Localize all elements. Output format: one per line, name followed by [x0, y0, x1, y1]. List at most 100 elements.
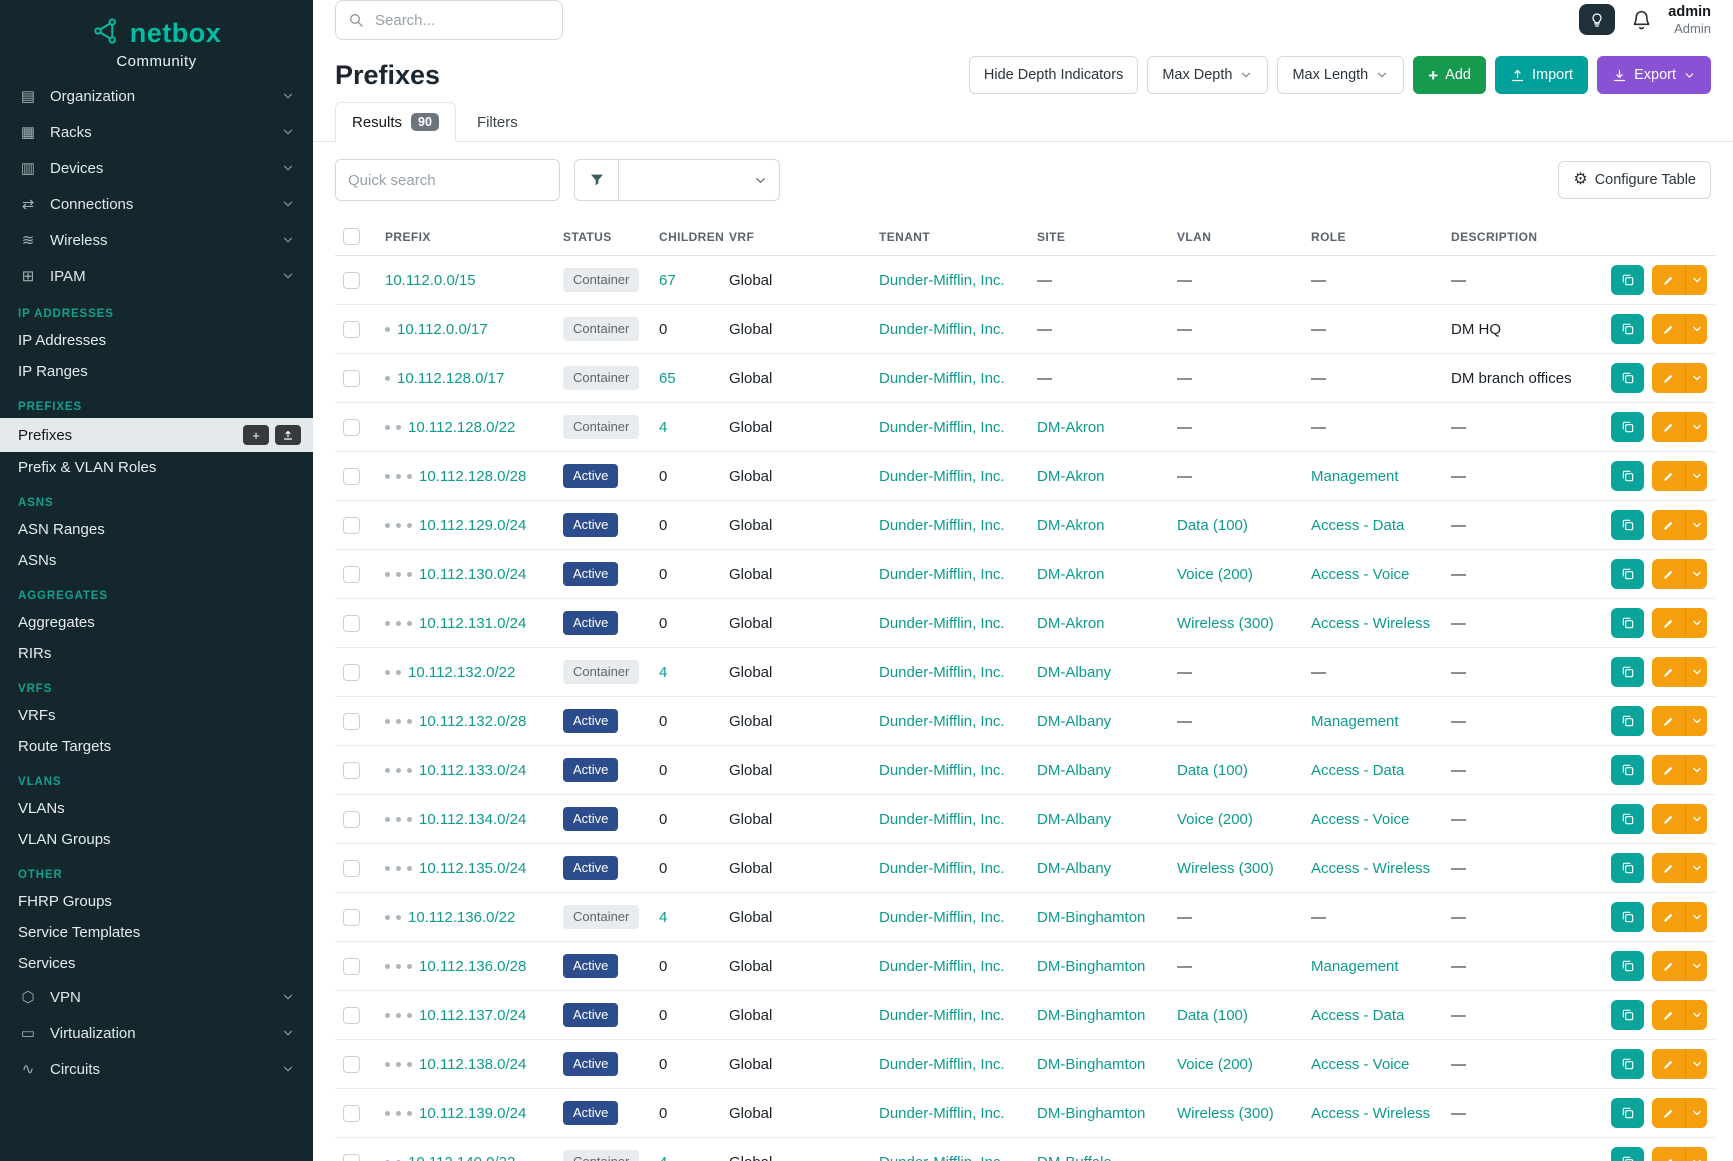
site-link[interactable]: DM-Buffalo	[1037, 1154, 1112, 1161]
row-checkbox[interactable]	[343, 1154, 360, 1161]
tab-results[interactable]: Results 90	[335, 102, 456, 142]
theme-toggle-button[interactable]	[1579, 4, 1615, 35]
tenant-link[interactable]: Dunder-Mifflin, Inc.	[879, 664, 1005, 681]
site-link[interactable]: DM-Binghamton	[1037, 1007, 1145, 1024]
edit-dropdown-caret[interactable]	[1685, 951, 1707, 981]
prefix-link[interactable]: 10.112.136.0/22	[408, 909, 515, 926]
edit-dropdown-caret[interactable]	[1685, 1098, 1707, 1128]
copy-button[interactable]	[1611, 1098, 1644, 1128]
edit-button[interactable]	[1652, 1000, 1685, 1030]
edit-dropdown-caret[interactable]	[1685, 657, 1707, 687]
tenant-link[interactable]: Dunder-Mifflin, Inc.	[879, 1056, 1005, 1073]
tenant-link[interactable]: Dunder-Mifflin, Inc.	[879, 517, 1005, 534]
copy-button[interactable]	[1611, 853, 1644, 883]
edit-dropdown-caret[interactable]	[1685, 755, 1707, 785]
site-link[interactable]: DM-Albany	[1037, 811, 1111, 828]
global-search[interactable]	[335, 0, 563, 40]
max-depth-dropdown[interactable]: Max Depth	[1147, 56, 1268, 94]
edit-dropdown-caret[interactable]	[1685, 853, 1707, 883]
column-header-vlan[interactable]: VLAN	[1169, 218, 1303, 256]
site-link[interactable]: DM-Binghamton	[1037, 1105, 1145, 1122]
edit-dropdown-caret[interactable]	[1685, 510, 1707, 540]
column-header-role[interactable]: ROLE	[1303, 218, 1443, 256]
prefix-link[interactable]: 10.112.135.0/24	[419, 860, 526, 877]
tenant-link[interactable]: Dunder-Mifflin, Inc.	[879, 909, 1005, 926]
brand[interactable]: netbox Community	[0, 0, 313, 78]
edit-button[interactable]	[1652, 853, 1685, 883]
vlan-link[interactable]: Wireless (300)	[1177, 615, 1274, 632]
prefix-link[interactable]: 10.112.132.0/22	[408, 664, 515, 681]
copy-button[interactable]	[1611, 559, 1644, 589]
vlan-link[interactable]: Voice (200)	[1177, 811, 1253, 828]
copy-button[interactable]	[1611, 608, 1644, 638]
copy-button[interactable]	[1611, 657, 1644, 687]
site-link[interactable]: DM-Albany	[1037, 762, 1111, 779]
site-link[interactable]: DM-Albany	[1037, 860, 1111, 877]
site-link[interactable]: DM-Akron	[1037, 615, 1105, 632]
role-link[interactable]: Access - Data	[1311, 762, 1404, 779]
role-link[interactable]: Access - Wireless	[1311, 615, 1430, 632]
tenant-link[interactable]: Dunder-Mifflin, Inc.	[879, 566, 1005, 583]
vlan-link[interactable]: Wireless (300)	[1177, 860, 1274, 877]
edit-dropdown-caret[interactable]	[1685, 706, 1707, 736]
edit-dropdown-caret[interactable]	[1685, 363, 1707, 393]
vlan-link[interactable]: Data (100)	[1177, 1007, 1248, 1024]
sidebar-item-vrfs[interactable]: VRFs	[0, 700, 313, 731]
copy-button[interactable]	[1611, 363, 1644, 393]
sidebar-item-vlans[interactable]: VLANs	[0, 793, 313, 824]
edit-button[interactable]	[1652, 608, 1685, 638]
row-checkbox[interactable]	[343, 1056, 360, 1073]
prefix-link[interactable]: 10.112.131.0/24	[419, 615, 526, 632]
edit-dropdown-caret[interactable]	[1685, 804, 1707, 834]
row-checkbox[interactable]	[343, 1007, 360, 1024]
prefix-link[interactable]: 10.112.0.0/17	[397, 321, 488, 338]
tab-filters[interactable]: Filters	[460, 102, 535, 142]
copy-button[interactable]	[1611, 412, 1644, 442]
prefix-link[interactable]: 10.112.128.0/22	[408, 419, 515, 436]
copy-button[interactable]	[1611, 1049, 1644, 1079]
copy-button[interactable]	[1611, 706, 1644, 736]
column-header-description[interactable]: DESCRIPTION	[1443, 218, 1591, 256]
role-link[interactable]: Access - Wireless	[1311, 860, 1430, 877]
configure-table-button[interactable]: ⚙ Configure Table	[1558, 161, 1711, 199]
sidebar-item-aggregates[interactable]: Aggregates	[0, 607, 313, 638]
children-link[interactable]: 65	[659, 370, 676, 387]
column-header-vrf[interactable]: VRF	[721, 218, 871, 256]
add-button[interactable]: + Add	[1413, 56, 1486, 94]
row-checkbox[interactable]	[343, 909, 360, 926]
role-link[interactable]: Access - Data	[1311, 517, 1404, 534]
row-checkbox[interactable]	[343, 664, 360, 681]
copy-button[interactable]	[1611, 902, 1644, 932]
edit-dropdown-caret[interactable]	[1685, 1147, 1707, 1161]
sidebar-item-organization[interactable]: ▤Organization	[0, 78, 313, 114]
row-checkbox[interactable]	[343, 419, 360, 436]
row-checkbox[interactable]	[343, 468, 360, 485]
prefix-link[interactable]: 10.112.128.0/28	[419, 468, 526, 485]
row-checkbox[interactable]	[343, 321, 360, 338]
sidebar-item-asn-ranges[interactable]: ASN Ranges	[0, 514, 313, 545]
row-checkbox[interactable]	[343, 762, 360, 779]
sidebar-item-vpn[interactable]: ⬡VPN	[0, 979, 313, 1015]
copy-button[interactable]	[1611, 314, 1644, 344]
site-link[interactable]: DM-Akron	[1037, 468, 1105, 485]
site-link[interactable]: DM-Binghamton	[1037, 1056, 1145, 1073]
copy-button[interactable]	[1611, 1000, 1644, 1030]
edit-dropdown-caret[interactable]	[1685, 1049, 1707, 1079]
role-link[interactable]: Access - Voice	[1311, 566, 1409, 583]
sidebar-item-services[interactable]: Services	[0, 948, 313, 979]
children-link[interactable]: 4	[659, 419, 667, 436]
sidebar-item-wireless[interactable]: ≋Wireless	[0, 222, 313, 258]
edit-button[interactable]	[1652, 1049, 1685, 1079]
prefix-link[interactable]: 10.112.128.0/17	[397, 370, 504, 387]
sidebar-item-service-templates[interactable]: Service Templates	[0, 917, 313, 948]
max-length-dropdown[interactable]: Max Length	[1277, 56, 1404, 94]
edit-button[interactable]	[1652, 559, 1685, 589]
role-link[interactable]: Management	[1311, 958, 1399, 975]
site-link[interactable]: DM-Akron	[1037, 566, 1105, 583]
children-link[interactable]: 4	[659, 1154, 667, 1161]
tenant-link[interactable]: Dunder-Mifflin, Inc.	[879, 1105, 1005, 1122]
site-link[interactable]: DM-Binghamton	[1037, 958, 1145, 975]
row-checkbox[interactable]	[343, 1105, 360, 1122]
prefix-link[interactable]: 10.112.132.0/28	[419, 713, 526, 730]
import-button[interactable]: Import	[1495, 56, 1588, 94]
